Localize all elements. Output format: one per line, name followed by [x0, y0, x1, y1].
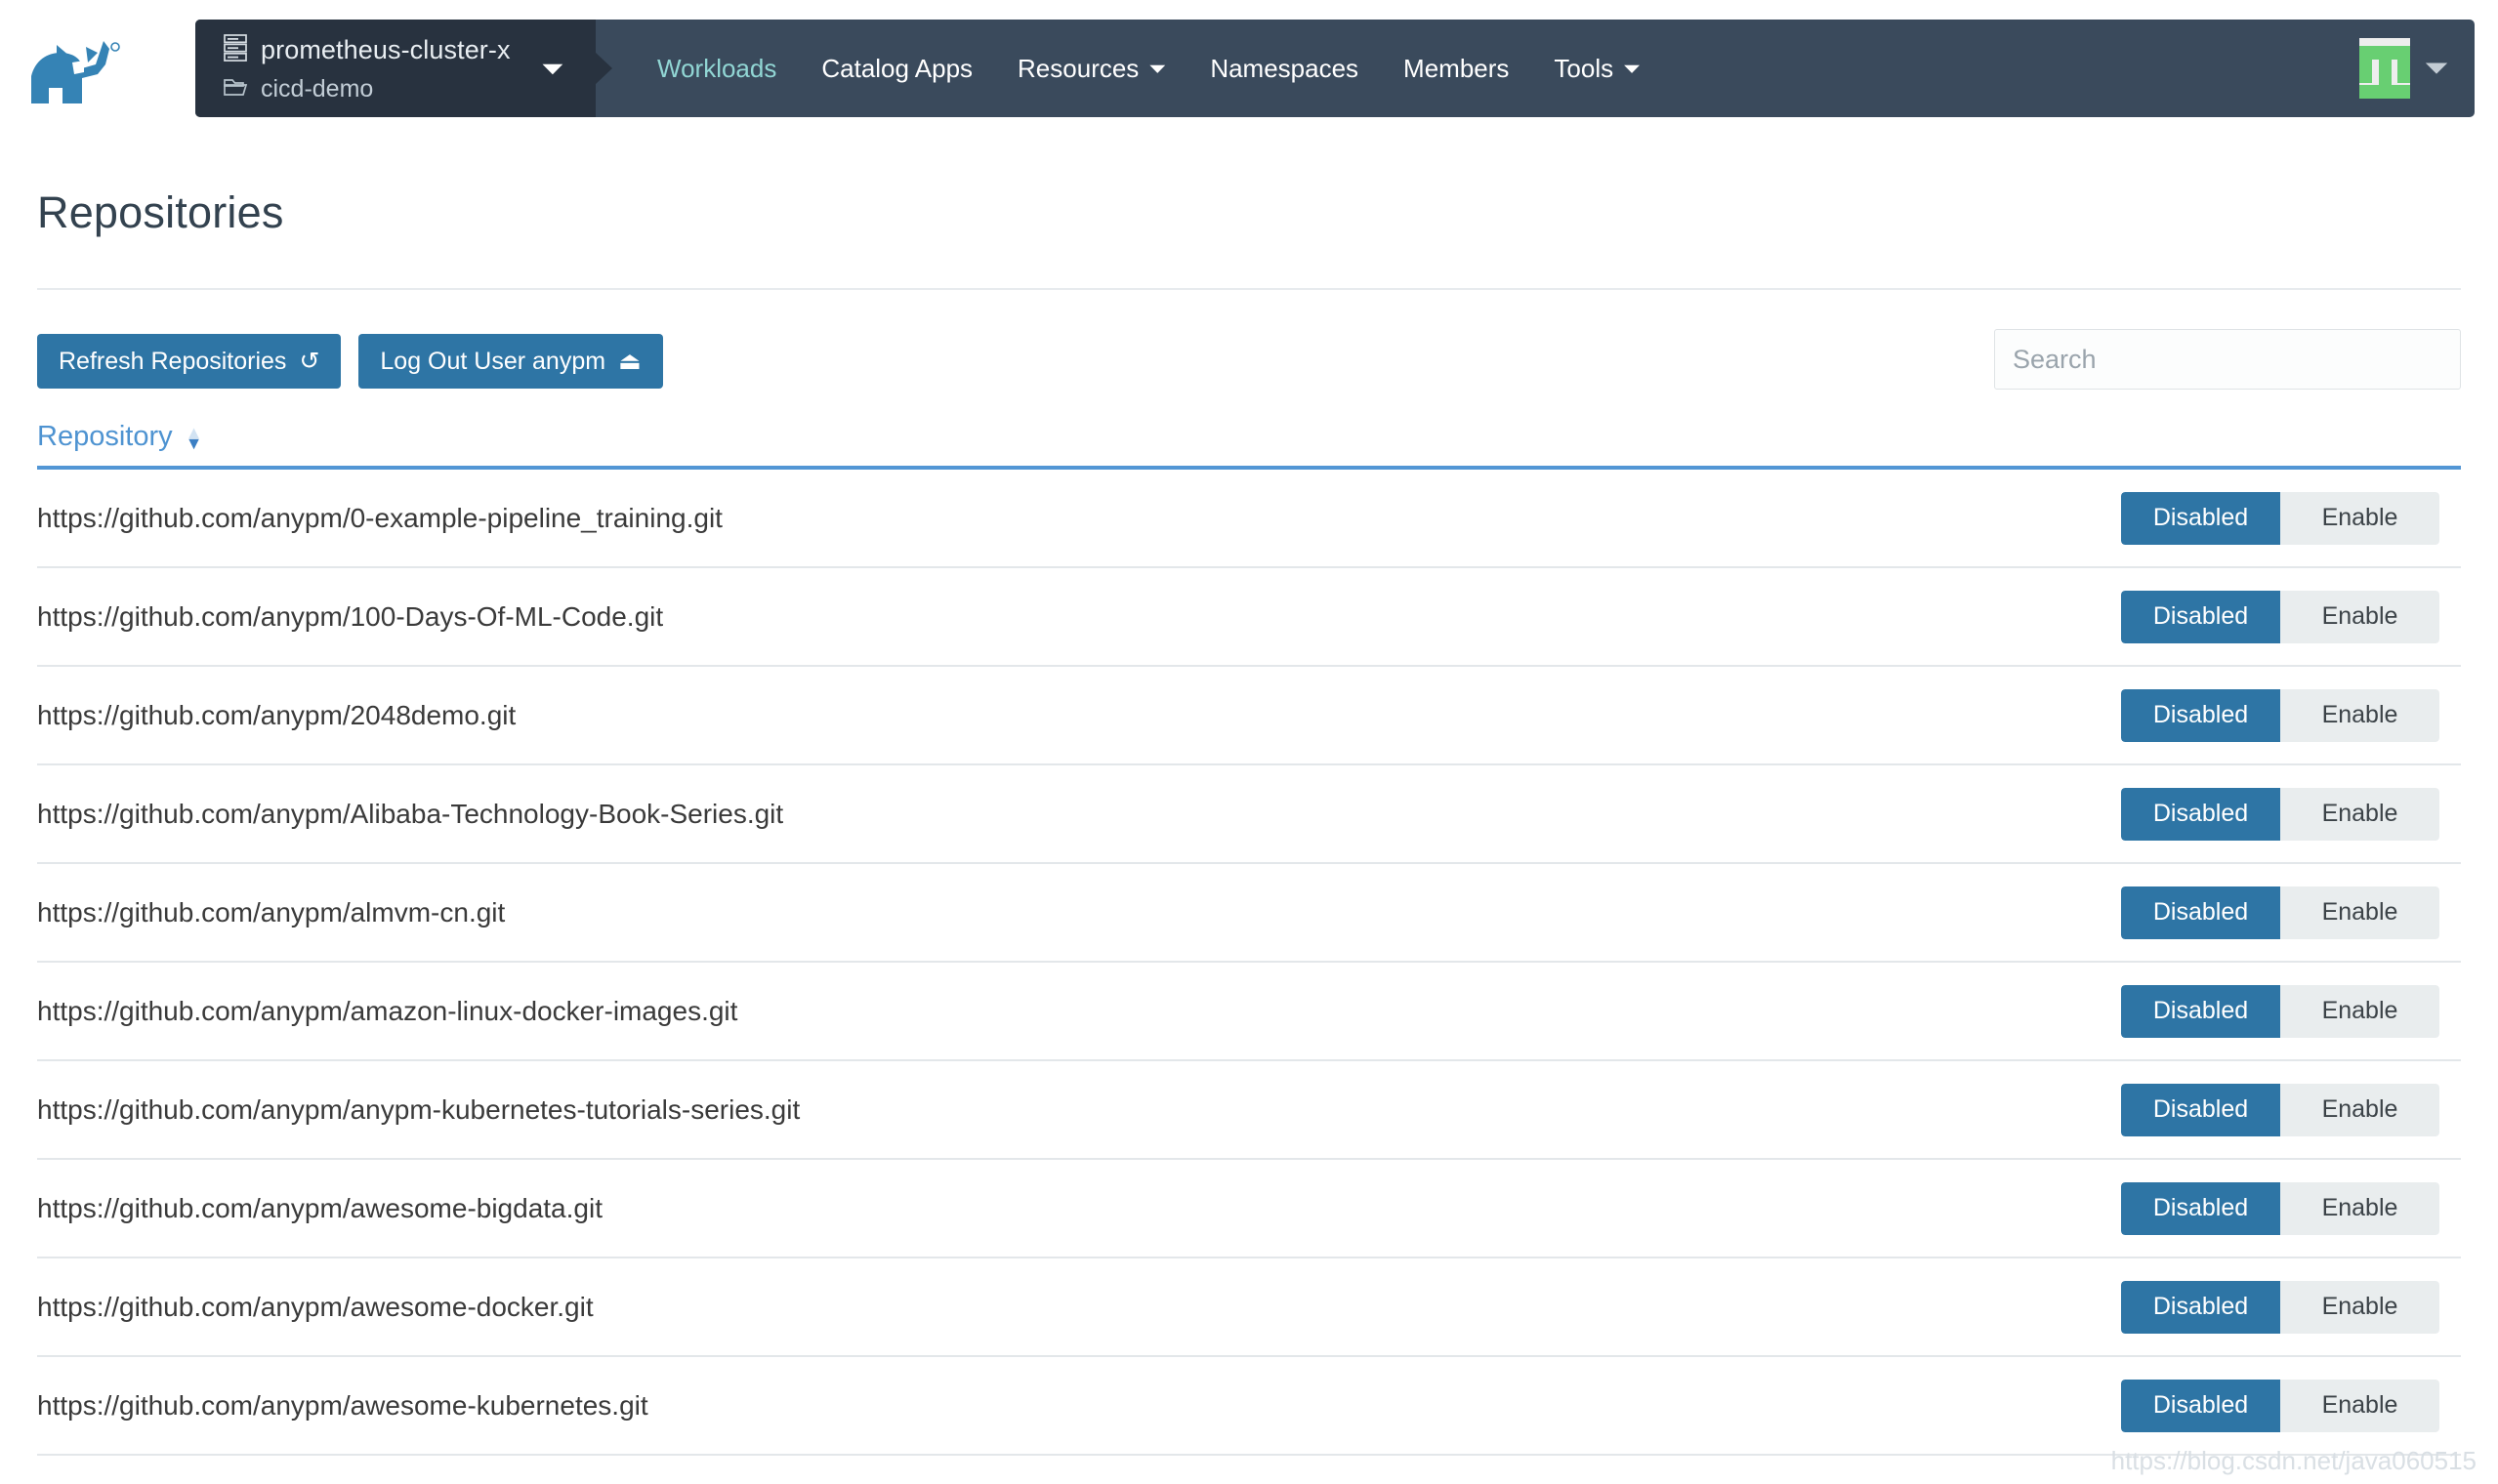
chevron-down-icon: ⏷	[1624, 58, 1641, 80]
enable-toggle-group: Disabled Enable	[2121, 1181, 2439, 1235]
toggle-enable-button[interactable]: Enable	[2280, 984, 2439, 1038]
table-row: https://github.com/anypm/awesome-bigdata…	[37, 1160, 2461, 1258]
main-navbar: prometheus-cluster-x cicd-demo ⏷ Workloa…	[195, 20, 2475, 117]
repository-url: https://github.com/anypm/awesome-bigdata…	[37, 1192, 603, 1223]
toggle-disabled-button[interactable]: Disabled	[2121, 1083, 2280, 1136]
toggle-disabled-button[interactable]: Disabled	[2121, 688, 2280, 742]
table-row: https://github.com/anypm/Alibaba-Technol…	[37, 765, 2461, 864]
repositories-table: Repository ▲ ▼ https://github.com/anypm/…	[37, 421, 2461, 1456]
page-body: Repositories Refresh Repositories ↺ Log …	[0, 187, 2498, 1456]
toggle-disabled-button[interactable]: Disabled	[2121, 787, 2280, 841]
cluster-namespace-selector[interactable]: prometheus-cluster-x cicd-demo ⏷	[195, 20, 612, 117]
namespace-name: cicd-demo	[261, 75, 374, 103]
title-divider	[37, 288, 2461, 290]
table-row: https://github.com/anypm/anypm-kubernete…	[37, 1061, 2461, 1160]
nav-item-members[interactable]: Members	[1381, 54, 1531, 84]
folder-icon	[223, 75, 248, 103]
enable-toggle-group: Disabled Enable	[2121, 1379, 2439, 1432]
page-title: Repositories	[37, 187, 284, 237]
table-row: https://github.com/anypm/0-example-pipel…	[37, 470, 2461, 568]
enable-toggle-group: Disabled Enable	[2121, 491, 2439, 545]
table-row: https://github.com/anypm/awesome-docker.…	[37, 1258, 2461, 1357]
nav-label: Members	[1403, 53, 1510, 83]
repository-url: https://github.com/anypm/2048demo.git	[37, 699, 517, 730]
toggle-disabled-button[interactable]: Disabled	[2121, 590, 2280, 643]
repository-url: https://github.com/anypm/amazon-linux-do…	[37, 995, 738, 1026]
toggle-disabled-button[interactable]: Disabled	[2121, 984, 2280, 1038]
refresh-icon: ↺	[299, 347, 320, 375]
table-body: https://github.com/anypm/0-example-pipel…	[37, 470, 2461, 1456]
column-header-repository[interactable]: Repository ▲ ▼	[37, 421, 202, 453]
toggle-enable-button[interactable]: Enable	[2280, 886, 2439, 939]
selector-arrow-tip	[595, 52, 612, 85]
nav-label: Workloads	[657, 53, 777, 83]
chevron-down-icon[interactable]: ⏷	[542, 56, 562, 81]
app-header: prometheus-cluster-x cicd-demo ⏷ Workloa…	[0, 0, 2498, 137]
table-row: https://github.com/anypm/2048demo.git Dis…	[37, 667, 2461, 765]
enable-toggle-group: Disabled Enable	[2121, 886, 2439, 939]
nav-label: Tools	[1554, 53, 1614, 83]
toggle-disabled-button[interactable]: Disabled	[2121, 1181, 2280, 1235]
server-rack-icon	[223, 33, 248, 67]
enable-toggle-group: Disabled Enable	[2121, 1280, 2439, 1334]
repository-url: https://github.com/anypm/0-example-pipel…	[37, 502, 723, 533]
nav-item-catalog-apps[interactable]: Catalog Apps	[799, 54, 995, 84]
toggle-enable-button[interactable]: Enable	[2280, 1280, 2439, 1334]
logout-door-icon: ⏏	[618, 347, 642, 375]
nav-links: Workloads Catalog Apps Resources ⏷ Names…	[596, 20, 2359, 117]
repository-url: https://github.com/anypm/awesome-kuberne…	[37, 1389, 648, 1421]
namespace-line: cicd-demo	[223, 75, 511, 103]
toggle-enable-button[interactable]: Enable	[2280, 1181, 2439, 1235]
nav-right-group: ⏷	[2358, 20, 2475, 117]
toggle-enable-button[interactable]: Enable	[2280, 688, 2439, 742]
logout-button-label: Log Out User anypm	[380, 347, 606, 375]
chevron-down-icon[interactable]: ⏷	[2426, 55, 2447, 82]
nav-item-resources[interactable]: Resources ⏷	[995, 54, 1187, 84]
toggle-enable-button[interactable]: Enable	[2280, 590, 2439, 643]
enable-toggle-group: Disabled Enable	[2121, 688, 2439, 742]
toggle-enable-button[interactable]: Enable	[2280, 787, 2439, 841]
search-input[interactable]	[1994, 329, 2461, 390]
toggle-disabled-button[interactable]: Disabled	[2121, 1280, 2280, 1334]
table-row: https://github.com/anypm/100-Days-Of-ML-…	[37, 568, 2461, 667]
toggle-disabled-button[interactable]: Disabled	[2121, 1379, 2280, 1432]
nav-label: Catalog Apps	[821, 53, 974, 83]
column-header-label: Repository	[37, 421, 173, 452]
table-row: https://github.com/anypm/awesome-kuberne…	[37, 1357, 2461, 1456]
nav-label: Resources	[1018, 53, 1140, 83]
refresh-button-label: Refresh Repositories	[59, 347, 287, 375]
rancher-cow-logo[interactable]	[27, 39, 164, 107]
repository-url: https://github.com/anypm/almvm-cn.git	[37, 896, 506, 928]
table-row: https://github.com/anypm/amazon-linux-do…	[37, 963, 2461, 1061]
repository-url: https://github.com/anypm/100-Days-Of-ML-…	[37, 600, 664, 632]
nav-label: Namespaces	[1210, 53, 1359, 83]
user-identicon-avatar[interactable]	[2358, 38, 2410, 99]
chevron-down-icon: ⏷	[1149, 58, 1166, 80]
logout-user-button[interactable]: Log Out User anypm ⏏	[358, 334, 663, 389]
refresh-repositories-button[interactable]: Refresh Repositories ↺	[37, 334, 342, 389]
toggle-enable-button[interactable]: Enable	[2280, 1379, 2439, 1432]
enable-toggle-group: Disabled Enable	[2121, 590, 2439, 643]
sort-updown-icon: ▲ ▼	[185, 422, 203, 453]
repository-url: https://github.com/anypm/anypm-kubernete…	[37, 1093, 801, 1125]
repository-url: https://github.com/anypm/Alibaba-Technol…	[37, 798, 784, 829]
toggle-enable-button[interactable]: Enable	[2280, 491, 2439, 545]
cluster-name: prometheus-cluster-x	[261, 35, 511, 64]
nav-item-tools[interactable]: Tools ⏷	[1531, 54, 1662, 84]
enable-toggle-group: Disabled Enable	[2121, 984, 2439, 1038]
table-row: https://github.com/anypm/almvm-cn.git Dis…	[37, 864, 2461, 963]
nav-item-namespaces[interactable]: Namespaces	[1187, 54, 1381, 84]
toggle-disabled-button[interactable]: Disabled	[2121, 491, 2280, 545]
toggle-disabled-button[interactable]: Disabled	[2121, 886, 2280, 939]
toolbar: Refresh Repositories ↺ Log Out User anyp…	[37, 329, 2461, 390]
cluster-line: prometheus-cluster-x	[223, 33, 511, 67]
table-header-row: Repository ▲ ▼	[37, 421, 2461, 470]
repository-url: https://github.com/anypm/awesome-docker.…	[37, 1291, 594, 1322]
enable-toggle-group: Disabled Enable	[2121, 1083, 2439, 1136]
nav-item-workloads[interactable]: Workloads	[635, 54, 799, 84]
toggle-enable-button[interactable]: Enable	[2280, 1083, 2439, 1136]
enable-toggle-group: Disabled Enable	[2121, 787, 2439, 841]
